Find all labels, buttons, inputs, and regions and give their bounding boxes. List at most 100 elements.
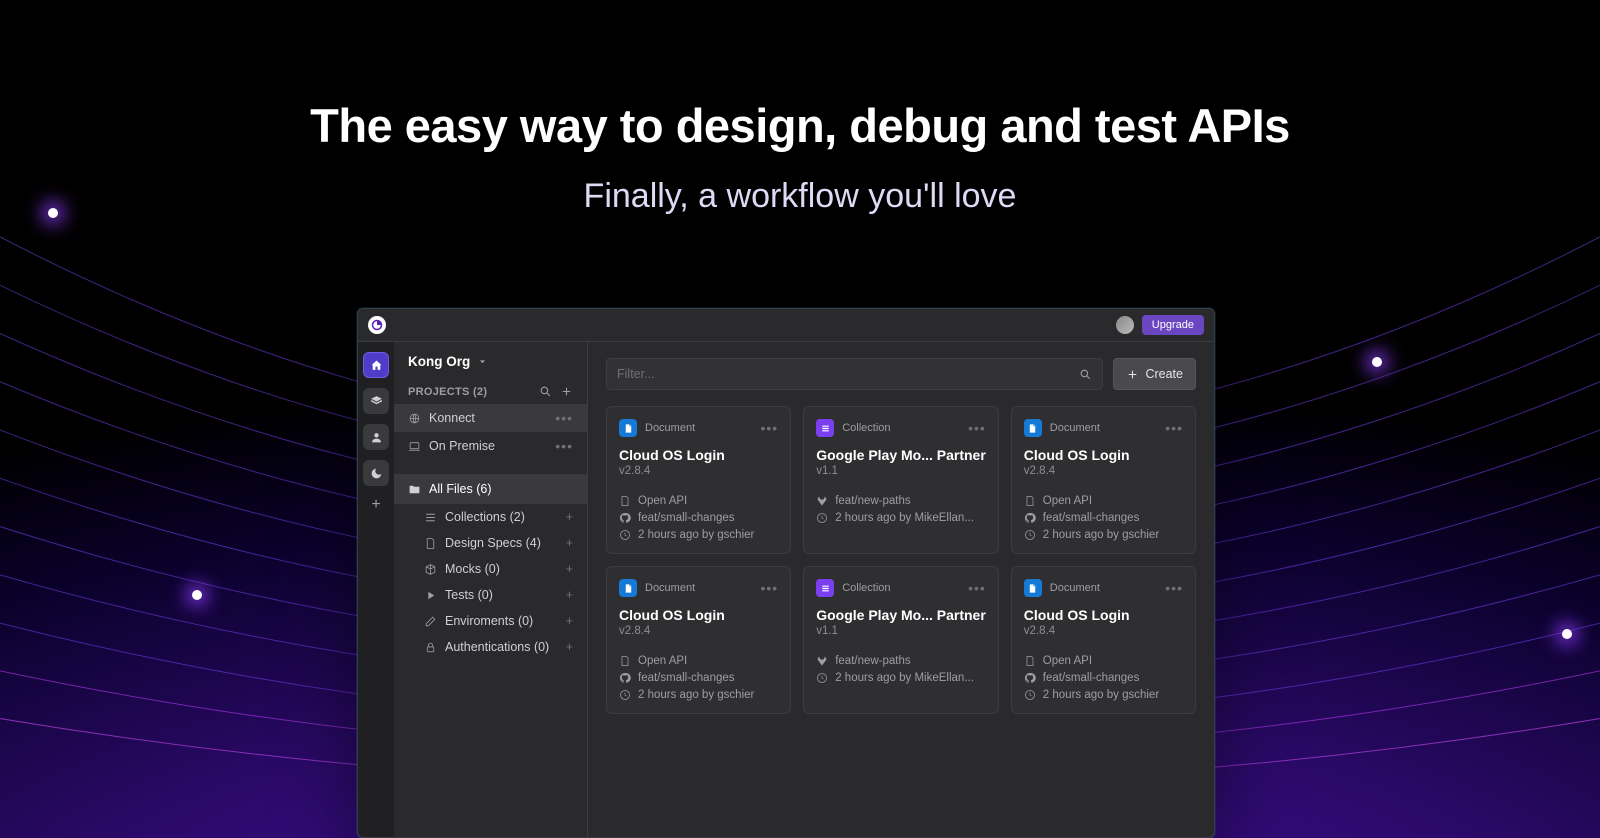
- card-title: Cloud OS Login: [1024, 607, 1183, 623]
- allfiles-header[interactable]: All Files (6): [394, 474, 587, 504]
- projects-header: PROJECTS (2): [394, 375, 587, 404]
- toolbar: Create: [606, 358, 1196, 390]
- category-label: Enviroments (0): [445, 614, 533, 628]
- plus-icon[interactable]: [560, 385, 573, 398]
- sparkle-dot: [1372, 357, 1382, 367]
- folder-icon: [408, 483, 421, 496]
- list-icon: [424, 511, 437, 524]
- card-time: 2 hours ago by gschier: [638, 529, 754, 541]
- rail-workspace-2[interactable]: [363, 424, 389, 450]
- gitlab-icon: [816, 495, 828, 507]
- plus-icon[interactable]: +: [566, 614, 573, 628]
- project-item[interactable]: On Premise •••: [394, 432, 587, 460]
- card-badge: [619, 419, 637, 437]
- file-card[interactable]: Document•••Cloud OS Loginv2.8.4Open APIf…: [1011, 566, 1196, 714]
- card-badge: [816, 579, 834, 597]
- rail-workspace-1[interactable]: [363, 388, 389, 414]
- titlebar: Upgrade: [358, 309, 1214, 341]
- card-badge: [619, 579, 637, 597]
- github-icon: [619, 512, 631, 524]
- category-item[interactable]: Authentications (0) +: [394, 634, 587, 660]
- edit-icon: [424, 615, 437, 628]
- hero: The easy way to design, debug and test A…: [0, 0, 1600, 216]
- create-button[interactable]: Create: [1113, 358, 1196, 390]
- card-spec: Open API: [638, 495, 687, 507]
- card-title: Google Play Mo... Partner: [816, 607, 986, 623]
- plus-icon[interactable]: +: [566, 562, 573, 576]
- plus-icon[interactable]: +: [566, 588, 573, 602]
- rail-home-button[interactable]: [363, 352, 389, 378]
- more-icon[interactable]: •••: [760, 580, 778, 596]
- card-type: Document: [1050, 422, 1100, 434]
- card-time: 2 hours ago by gschier: [638, 689, 754, 701]
- plus-icon[interactable]: +: [566, 640, 573, 654]
- card-type: Document: [645, 582, 695, 594]
- card-version: v1.1: [816, 465, 986, 477]
- card-type: Document: [645, 422, 695, 434]
- file-card[interactable]: Collection•••Google Play Mo... Partnerv1…: [803, 406, 999, 554]
- upgrade-button[interactable]: Upgrade: [1142, 315, 1204, 335]
- file-card[interactable]: Document•••Cloud OS Loginv2.8.4Open APIf…: [1011, 406, 1196, 554]
- document-icon: [1027, 423, 1038, 434]
- more-icon[interactable]: •••: [968, 580, 986, 596]
- card-version: v2.8.4: [1024, 465, 1183, 477]
- home-icon: [370, 359, 383, 372]
- more-icon[interactable]: •••: [760, 420, 778, 436]
- category-item[interactable]: Enviroments (0) +: [394, 608, 587, 634]
- moon-icon: [370, 467, 383, 480]
- project-label: On Premise: [429, 439, 495, 453]
- category-label: Design Specs (4): [445, 536, 541, 550]
- file-card[interactable]: Document•••Cloud OS Loginv2.8.4Open APIf…: [606, 406, 791, 554]
- more-icon[interactable]: •••: [1165, 580, 1183, 596]
- category-label: Collections (2): [445, 510, 525, 524]
- card-title: Google Play Mo... Partner: [816, 447, 986, 463]
- card-badge: [1024, 419, 1042, 437]
- card-type: Document: [1050, 582, 1100, 594]
- search-icon: [1079, 368, 1092, 381]
- card-version: v1.1: [816, 625, 986, 637]
- globe-icon: [408, 412, 421, 425]
- card-branch: feat/small-changes: [1043, 672, 1140, 684]
- card-grid: Document ••• Cloud OS Login v2.8.4 Open API f…: [606, 406, 1196, 714]
- more-icon[interactable]: •••: [555, 410, 573, 426]
- org-selector[interactable]: Kong Org: [394, 354, 587, 375]
- card-spec: Open API: [638, 655, 687, 667]
- rail-add-button[interactable]: +: [371, 496, 380, 514]
- allfiles-label: All Files (6): [429, 482, 492, 496]
- github-icon: [1024, 512, 1036, 524]
- cube-icon: [424, 563, 437, 576]
- filter-input-wrap[interactable]: [606, 358, 1103, 390]
- github-icon: [1024, 672, 1036, 684]
- card-time: 2 hours ago by gschier: [1043, 529, 1159, 541]
- user-icon: [370, 431, 383, 444]
- category-label: Tests (0): [445, 588, 493, 602]
- clock-icon: [1024, 529, 1036, 541]
- card-badge: [1024, 579, 1042, 597]
- card-branch: feat/new-paths: [835, 495, 910, 507]
- category-label: Authentications (0): [445, 640, 549, 654]
- more-icon[interactable]: •••: [968, 420, 986, 436]
- clock-icon: [816, 672, 828, 684]
- file-card[interactable]: Collection ••• Google Play Mo... Partner v1…: [803, 566, 999, 714]
- category-item[interactable]: Collections (2) +: [394, 504, 587, 530]
- avatar[interactable]: [1116, 316, 1134, 334]
- sparkle-dot: [192, 590, 202, 600]
- card-type: Collection: [842, 582, 890, 594]
- project-item[interactable]: Konnect•••: [394, 404, 587, 432]
- plus-icon[interactable]: +: [566, 510, 573, 524]
- lock-icon: [424, 641, 437, 654]
- document-icon: [623, 583, 634, 594]
- clock-icon: [619, 529, 631, 541]
- filter-input[interactable]: [617, 367, 1079, 381]
- file-card[interactable]: Document•••Cloud OS Loginv2.8.4Open APIf…: [606, 566, 791, 714]
- rail-workspace-3[interactable]: [363, 460, 389, 486]
- search-icon[interactable]: [539, 385, 552, 398]
- card-branch: feat/small-changes: [638, 512, 735, 524]
- category-item[interactable]: Mocks (0)+: [394, 556, 587, 582]
- plus-icon[interactable]: +: [566, 536, 573, 550]
- card-time: 2 hours ago by MikeEllan...: [835, 512, 974, 524]
- category-item[interactable]: Tests (0) +: [394, 582, 587, 608]
- more-icon[interactable]: •••: [1165, 420, 1183, 436]
- more-icon[interactable]: •••: [555, 438, 573, 454]
- category-item[interactable]: Design Specs (4) +: [394, 530, 587, 556]
